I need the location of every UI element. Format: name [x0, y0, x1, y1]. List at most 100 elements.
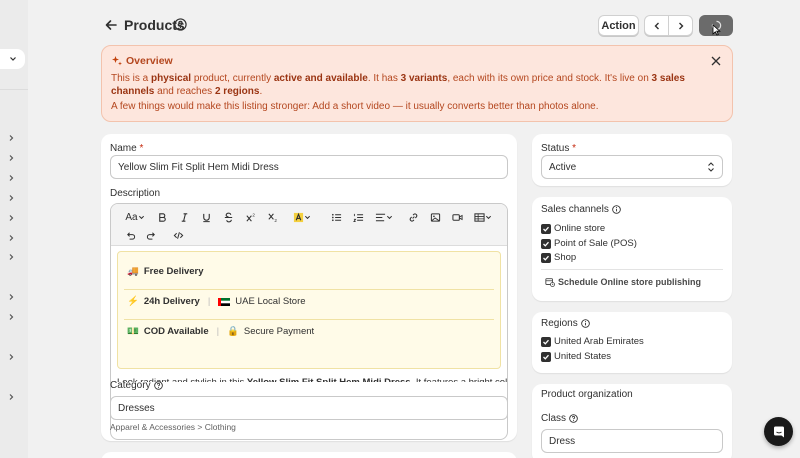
help-circle-icon[interactable] [153, 381, 163, 390]
link-button[interactable] [406, 210, 420, 224]
redo-button[interactable] [144, 228, 158, 242]
chevron-left-icon [654, 22, 659, 29]
code-view-button[interactable] [171, 228, 185, 242]
sidebar-expand-6[interactable] [5, 232, 17, 244]
numbered-list-icon [352, 213, 363, 222]
bullet-list-button[interactable] [329, 210, 343, 224]
insert-video-button[interactable] [450, 210, 464, 224]
sidebar-expand-1[interactable] [5, 132, 17, 144]
action-button[interactable]: Action [598, 15, 639, 36]
overview-banner: Overview This is a physical product, cur… [101, 45, 733, 122]
help-circle-icon[interactable] [569, 414, 578, 423]
align-left-icon [375, 213, 386, 221]
channel-shop-checkbox[interactable]: Shop [541, 252, 576, 263]
sidebar-expand-8[interactable] [5, 291, 17, 303]
chevron-right-icon [9, 135, 14, 141]
save-button[interactable] [699, 15, 733, 36]
insert-image-button[interactable] [428, 210, 442, 224]
underline-button[interactable] [199, 210, 213, 224]
sales-channels-card: Sales channels Online store Point of Sal… [532, 197, 732, 301]
schedule-publishing-button[interactable]: Schedule Online store publishing [545, 277, 701, 287]
class-input[interactable]: Dress [541, 429, 723, 453]
svg-text:2: 2 [252, 212, 255, 217]
table-icon [474, 212, 485, 222]
back-button[interactable] [103, 17, 119, 33]
sidebar-expand-9[interactable] [5, 311, 17, 323]
sales-channels-title: Sales channels [541, 204, 621, 215]
strikethrough-button[interactable] [221, 210, 235, 224]
align-dropdown[interactable] [373, 210, 395, 224]
product-name-input[interactable]: Yellow Slim Fit Split Hem Midi Dress [110, 155, 508, 179]
sidebar-expand-7[interactable] [5, 251, 17, 263]
font-size-label: Aa [125, 211, 138, 223]
checkbox-checked-icon [541, 351, 551, 362]
text-color-dropdown[interactable] [291, 210, 313, 224]
select-arrows-icon [708, 162, 714, 172]
sidebar-expand-4[interactable] [5, 192, 17, 204]
truck-icon: 🚚 [127, 266, 139, 277]
feature-divider [124, 289, 494, 290]
chevron-right-icon [9, 235, 14, 241]
sidebar-expand-5[interactable] [5, 212, 17, 224]
regions-title: Regions [541, 318, 590, 329]
channel-pos-checkbox[interactable]: Point of Sale (POS) [541, 238, 637, 249]
bullet-list-icon [331, 213, 341, 221]
font-size-dropdown[interactable]: Aa [123, 210, 147, 224]
info-icon[interactable] [580, 319, 590, 328]
description-label: Description [110, 188, 161, 199]
sidebar-selected-item[interactable] [0, 49, 25, 69]
banner-title: Overview [126, 55, 173, 67]
status-card: Status * Active [532, 134, 732, 186]
banner-suggestion: A few things would make this listing str… [111, 101, 599, 112]
checkbox-checked-icon [541, 336, 551, 347]
bold-button[interactable] [155, 210, 169, 224]
sidebar-expand-11[interactable] [5, 391, 17, 403]
status-select[interactable]: Active [541, 155, 723, 179]
link-icon [409, 212, 417, 222]
close-icon[interactable] [710, 55, 722, 67]
sidebar-expand-3[interactable] [5, 172, 17, 184]
chat-support-button[interactable] [764, 417, 793, 446]
features-box: 🚚 Free Delivery ⚡ 24h Delivery | UAE Local … [117, 251, 501, 369]
sidebar-divider [0, 89, 28, 90]
chevron-right-icon [9, 354, 14, 360]
superscript-button[interactable]: 2 [243, 210, 257, 224]
product-details-card: Name * Yellow Slim Fit Split Hem Midi Dr… [101, 134, 517, 441]
sidebar-expand-2[interactable] [5, 152, 17, 164]
region-uae-checkbox[interactable]: United Arab Emirates [541, 336, 644, 347]
bold-icon [158, 212, 166, 222]
italic-button[interactable] [177, 210, 191, 224]
checkbox-checked-icon [541, 252, 551, 263]
undo-button[interactable] [123, 228, 137, 242]
table-dropdown[interactable] [473, 210, 493, 224]
checkbox-checked-icon [541, 238, 551, 249]
category-input[interactable]: Dresses [110, 396, 508, 420]
chevron-right-icon [9, 254, 14, 260]
chevron-right-icon [9, 314, 14, 320]
status-label: Status * [541, 143, 577, 154]
chevron-right-icon [9, 394, 14, 400]
chevron-down-icon [138, 215, 144, 219]
subscript-button[interactable]: 2 [265, 210, 279, 224]
chevron-down-icon [9, 57, 16, 61]
superscript-icon: 2 [245, 212, 255, 222]
svg-text:2: 2 [274, 218, 277, 223]
region-us-checkbox[interactable]: United States [541, 351, 611, 362]
chevron-right-icon [9, 215, 14, 221]
calendar-clock-icon [545, 278, 555, 287]
help-circle-icon[interactable] [174, 18, 187, 31]
sidebar-expand-10[interactable] [5, 351, 17, 363]
text-color-icon [293, 212, 304, 222]
info-icon[interactable] [612, 205, 621, 214]
code-icon [173, 231, 183, 239]
strikethrough-icon [224, 212, 232, 222]
lightning-icon: ⚡ [127, 296, 139, 307]
organization-title: Product organization [541, 389, 633, 400]
previous-product-button[interactable] [644, 15, 669, 36]
cash-icon: 💵 [127, 326, 139, 337]
channel-online-store-checkbox[interactable]: Online store [541, 223, 605, 234]
chevron-right-icon [9, 294, 14, 300]
numbered-list-button[interactable] [351, 210, 365, 224]
next-product-button[interactable] [668, 15, 693, 36]
feature-cod: 💵 COD Available | 🔒 Secure Payment [127, 326, 315, 337]
